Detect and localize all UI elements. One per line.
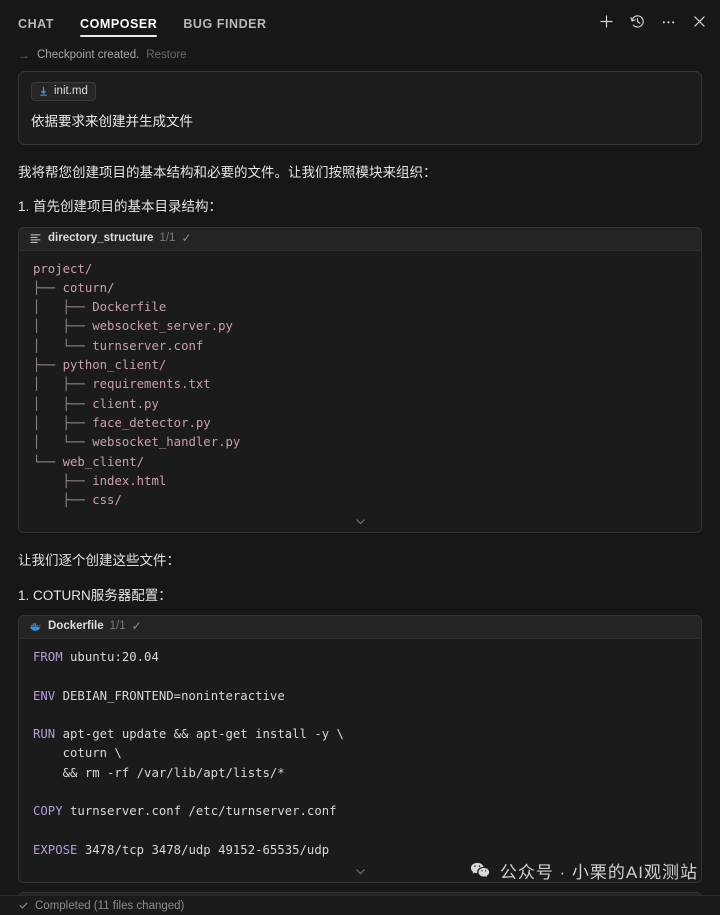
code-line: ├── css/ — [33, 493, 122, 508]
tab-bar-actions — [598, 13, 708, 30]
code-line: └── web_client/ — [33, 454, 145, 469]
top-tab-bar: CHAT COMPOSER BUG FINDER — [0, 0, 720, 42]
expand-collapse-chevron[interactable] — [19, 510, 701, 532]
code-line: FROM ubuntu:20.04 — [33, 649, 159, 664]
tab-bug-finder[interactable]: BUG FINDER — [183, 3, 266, 42]
arrow-right-icon: → — [18, 48, 30, 62]
docker-whale-icon — [29, 620, 42, 633]
expand-collapse-chevron[interactable] — [19, 860, 701, 882]
files-intro-paragraph: 让我们逐个创建这些文件： — [18, 553, 180, 569]
chevron-down-icon — [355, 519, 365, 525]
check-icon: ✓ — [131, 619, 142, 634]
code-block-dockerfile: Dockerfile 1/1 ✓ FROM ubuntu:20.04 ENV D… — [18, 614, 702, 884]
list-lines-icon — [29, 232, 42, 245]
plus-icon[interactable] — [598, 13, 615, 30]
code-line: │ └── websocket_handler.py — [33, 435, 241, 450]
code-block-content: FROM ubuntu:20.04 ENV DEBIAN_FRONTEND=no… — [19, 639, 701, 860]
code-block-filename: directory_structure — [48, 232, 154, 245]
code-line: && rm -rf /var/lib/apt/lists/* — [33, 765, 285, 780]
code-line: RUN apt-get update && apt-get install -y… — [33, 727, 344, 742]
markdown-file-icon — [38, 86, 49, 97]
code-line: COPY turnserver.conf /etc/turnserver.con… — [33, 804, 337, 819]
restore-link[interactable]: Restore — [146, 49, 186, 61]
attached-file-name: init.md — [54, 85, 88, 97]
code-block-count: 1/1 — [159, 232, 176, 245]
code-block-header[interactable]: Dockerfile 1/1 ✓ — [19, 615, 701, 639]
checkpoint-label: Checkpoint created. — [37, 49, 140, 61]
coturn-heading: 1. COTURN服务器配置： — [18, 587, 172, 603]
code-line: coturn \ — [33, 746, 122, 761]
code-line: │ ├── face_detector.py — [33, 415, 211, 430]
close-icon[interactable] — [691, 13, 708, 30]
code-line: ├── coturn/ — [33, 280, 115, 295]
status-text: Completed (11 files changed) — [35, 899, 185, 912]
assistant-intro-paragraph: 我将帮您创建项目的基本结构和必要的文件。让我们按照模块来组织： — [18, 165, 437, 181]
code-line: EXPOSE 3478/tcp 3478/udp 49152-65535/udp — [33, 842, 330, 857]
code-line: │ └── turnserver.conf — [33, 338, 204, 353]
code-block-header[interactable]: directory_structure 1/1 ✓ — [19, 227, 701, 251]
code-line: │ ├── requirements.txt — [33, 377, 211, 392]
check-icon — [19, 902, 28, 909]
tab-composer[interactable]: COMPOSER — [80, 3, 158, 42]
user-prompt-card: init.md 依据要求来创建并生成文件 — [18, 71, 702, 146]
check-icon: ✓ — [181, 231, 192, 246]
tab-list: CHAT COMPOSER BUG FINDER — [18, 0, 267, 42]
history-icon[interactable] — [629, 13, 646, 30]
code-line: │ ├── client.py — [33, 396, 159, 411]
code-line: │ ├── websocket_server.py — [33, 319, 233, 334]
code-block-content: project/ ├── coturn/ │ ├── Dockerfile │ ├──… — [19, 251, 701, 511]
code-line: │ ├── Dockerfile — [33, 300, 167, 315]
user-prompt-text: 依据要求来创建并生成文件 — [31, 113, 193, 129]
code-line: ├── python_client/ — [33, 358, 167, 373]
status-bar: Completed (11 files changed) — [0, 895, 720, 915]
code-block-directory-structure: directory_structure 1/1 ✓ project/ ├── co… — [18, 226, 702, 534]
checkpoint-row: → Checkpoint created. Restore — [0, 42, 720, 67]
step-one-heading: 1. 首先创建项目的基本目录结构： — [18, 199, 223, 215]
tab-chat[interactable]: CHAT — [18, 3, 54, 42]
chevron-down-icon — [355, 868, 365, 874]
code-block-filename: Dockerfile — [48, 620, 104, 633]
code-block-count: 1/1 — [109, 620, 126, 633]
conversation-scroll-area[interactable]: init.md 依据要求来创建并生成文件 我将帮您创建项目的基本结构和必要的文件… — [0, 67, 720, 915]
code-line: ├── index.html — [33, 473, 167, 488]
ellipsis-icon[interactable] — [660, 13, 677, 30]
code-line: ENV DEBIAN_FRONTEND=noninteractive — [33, 688, 285, 703]
code-line: project/ — [33, 261, 93, 276]
attached-file-chip[interactable]: init.md — [31, 82, 96, 101]
